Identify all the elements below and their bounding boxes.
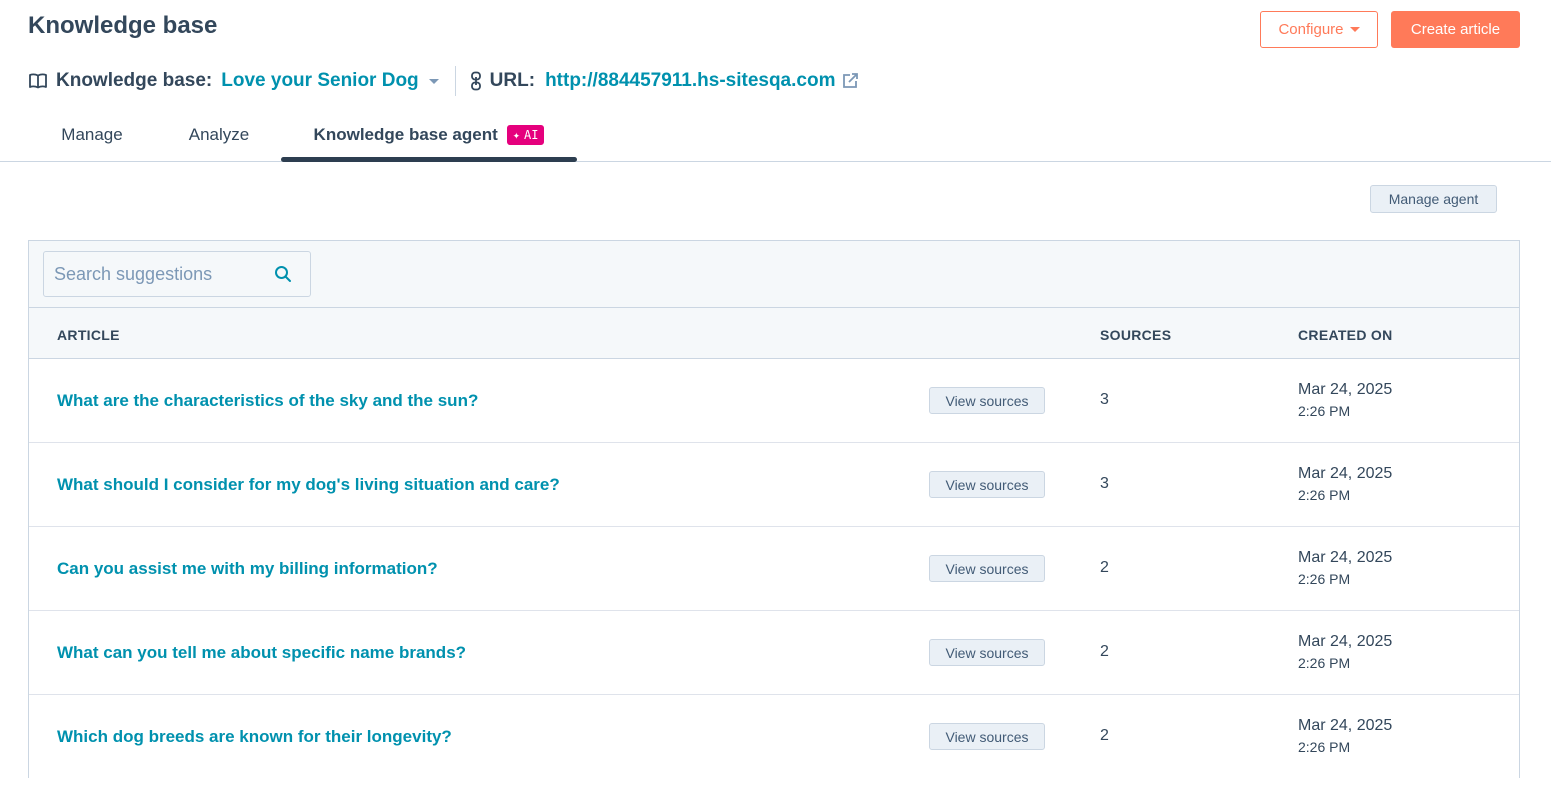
- link-icon: [470, 71, 482, 91]
- created-date: Mar 24, 2025: [1298, 717, 1393, 734]
- article-link[interactable]: What can you tell me about specific name…: [57, 643, 466, 663]
- created-date: Mar 24, 2025: [1298, 381, 1393, 398]
- sources-count: 3: [1100, 475, 1109, 492]
- kb-url-link[interactable]: http://884457911.hs-sitesqa.com: [545, 70, 835, 92]
- sources-count: 3: [1100, 391, 1109, 408]
- divider: [454, 66, 456, 96]
- ai-badge: ✦ AI: [506, 125, 545, 145]
- created-time: 2:26 PM: [1298, 739, 1351, 755]
- tab-label: Manage: [61, 125, 123, 144]
- sources-count: 2: [1100, 643, 1109, 660]
- kb-selector[interactable]: Love your Senior Dog: [221, 70, 439, 92]
- suggestions-table: ARTICLE SOURCES CREATED ON What are the …: [28, 240, 1520, 779]
- sources-count: 2: [1100, 559, 1109, 576]
- tab-analyze[interactable]: Analyze: [172, 110, 266, 160]
- tab-label: Analyze: [188, 125, 250, 144]
- create-article-button[interactable]: Create article: [1391, 11, 1520, 48]
- book-icon: [28, 72, 48, 90]
- column-header-sources[interactable]: SOURCES: [1100, 327, 1171, 343]
- table-row: What are the characteristics of the sky …: [29, 359, 1519, 443]
- view-sources-button[interactable]: View sources: [929, 639, 1045, 666]
- tab-knowledge-base-agent[interactable]: Knowledge base agent ✦ AI: [281, 110, 577, 162]
- created-time: 2:26 PM: [1298, 655, 1351, 671]
- kb-name: Love your Senior Dog: [221, 70, 419, 91]
- created-time: 2:26 PM: [1298, 571, 1351, 587]
- sources-count: 2: [1100, 727, 1109, 744]
- sparkle-icon: ✦: [512, 128, 520, 142]
- created-time: 2:26 PM: [1298, 487, 1351, 503]
- article-link[interactable]: Can you assist me with my billing inform…: [57, 559, 438, 579]
- external-link-icon[interactable]: [841, 72, 859, 90]
- knowledge-base-bar: Knowledge base: Love your Senior Dog URL…: [28, 66, 859, 96]
- table-row: Which dog breeds are known for their lon…: [29, 695, 1519, 779]
- column-header-article[interactable]: ARTICLE: [57, 327, 120, 343]
- view-sources-button[interactable]: View sources: [929, 723, 1045, 750]
- kb-label: Knowledge base:: [56, 70, 213, 91]
- created-date: Mar 24, 2025: [1298, 549, 1393, 566]
- configure-button[interactable]: Configure: [1260, 11, 1378, 48]
- created-date: Mar 24, 2025: [1298, 633, 1393, 650]
- created-date: Mar 24, 2025: [1298, 465, 1393, 482]
- tab-manage[interactable]: Manage: [44, 110, 140, 160]
- table-row: What should I consider for my dog's livi…: [29, 443, 1519, 527]
- article-link[interactable]: What should I consider for my dog's livi…: [57, 475, 560, 495]
- search-box: [43, 251, 311, 297]
- table-header: ARTICLE SOURCES CREATED ON: [29, 308, 1519, 359]
- chevron-down-icon: [1349, 27, 1360, 32]
- manage-agent-button[interactable]: Manage agent: [1370, 185, 1497, 213]
- search-input[interactable]: [54, 263, 264, 285]
- page-title: Knowledge base: [28, 12, 218, 39]
- ai-badge-label: AI: [523, 128, 539, 142]
- created-time: 2:26 PM: [1298, 403, 1351, 419]
- search-icon[interactable]: [274, 265, 292, 283]
- column-header-created-on[interactable]: CREATED ON: [1298, 327, 1393, 343]
- view-sources-button[interactable]: View sources: [929, 555, 1045, 582]
- table-toolbar: [29, 241, 1519, 308]
- article-link[interactable]: Which dog breeds are known for their lon…: [57, 727, 452, 747]
- view-sources-button[interactable]: View sources: [929, 471, 1045, 498]
- article-link[interactable]: What are the characteristics of the sky …: [57, 391, 478, 411]
- view-sources-button[interactable]: View sources: [929, 387, 1045, 414]
- table-row: Can you assist me with my billing inform…: [29, 527, 1519, 611]
- configure-label: Configure: [1278, 21, 1344, 38]
- chevron-down-icon: [428, 78, 439, 84]
- table-row: What can you tell me about specific name…: [29, 611, 1519, 695]
- tab-bar: Manage Analyze Knowledge base agent ✦ AI: [0, 110, 1551, 162]
- url-label: URL:: [489, 70, 536, 91]
- tab-label: Knowledge base agent: [313, 125, 498, 144]
